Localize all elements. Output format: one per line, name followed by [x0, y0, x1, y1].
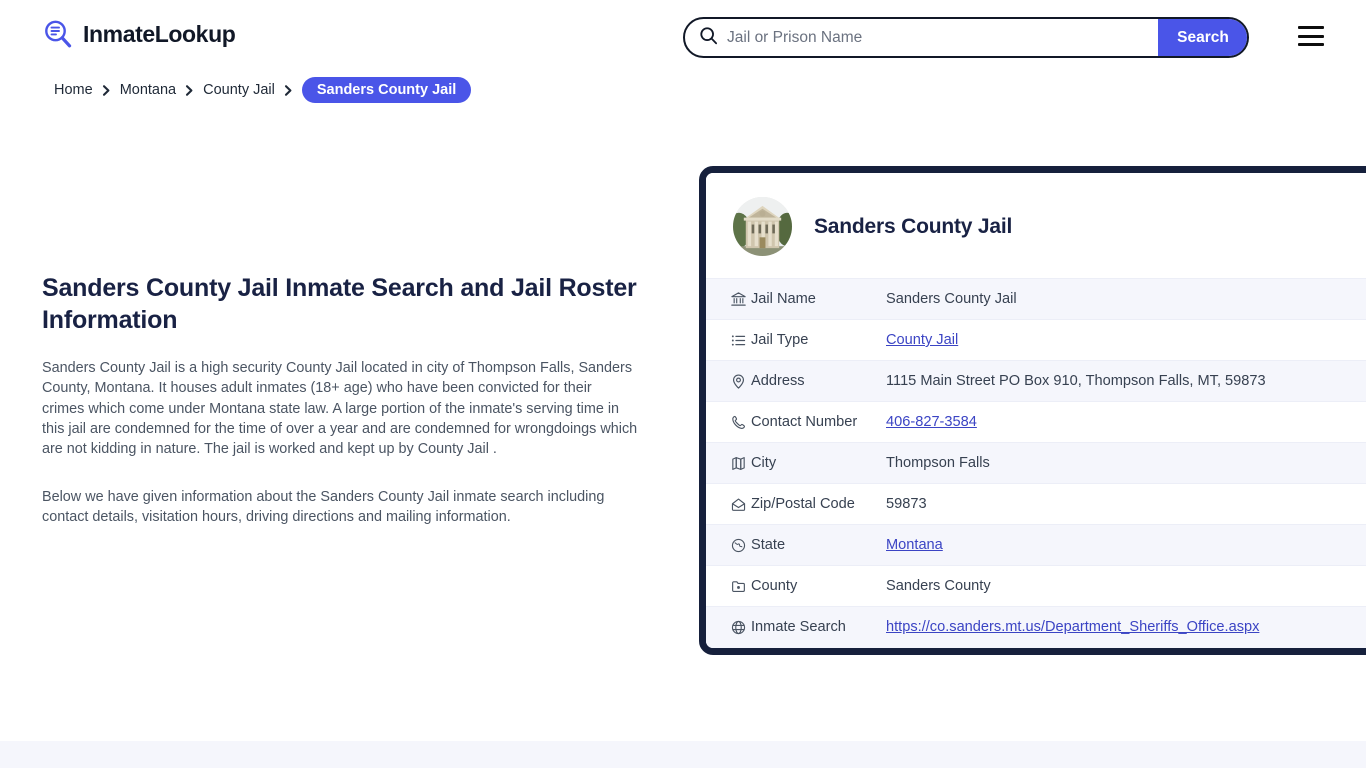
table-row: Contact Number 406-827-3584 — [706, 401, 1366, 443]
chevron-right-icon — [101, 84, 112, 97]
list-icon — [706, 319, 751, 361]
card-header: Sanders County Jail — [706, 173, 1366, 278]
table-row: City Thompson Falls — [706, 442, 1366, 484]
map-icon — [706, 442, 751, 484]
row-label: Jail Type — [751, 319, 886, 361]
globe-compass-icon — [706, 524, 751, 566]
row-label: State — [751, 524, 886, 566]
globe-icon — [706, 606, 751, 648]
envelope-icon — [706, 483, 751, 525]
jail-type-link[interactable]: County Jail — [886, 332, 958, 348]
row-value: Sanders County Jail — [886, 278, 1366, 320]
inmate-search-link[interactable]: https://co.sanders.mt.us/Department_Sher… — [886, 619, 1259, 635]
breadcrumb-item-montana[interactable]: Montana — [120, 82, 176, 98]
state-link[interactable]: Montana — [886, 537, 943, 553]
search-input[interactable] — [727, 28, 1144, 47]
site-logo[interactable]: InmateLookup — [42, 18, 236, 50]
table-row: State Montana — [706, 524, 1366, 566]
row-label: Jail Name — [751, 278, 886, 320]
search-icon — [699, 26, 718, 50]
site-header: InmateLookup Search — [0, 0, 1366, 74]
row-label: County — [751, 565, 886, 607]
table-row: Address 1115 Main Street PO Box 910, Tho… — [706, 360, 1366, 402]
breadcrumb-item-county-jail[interactable]: County Jail — [203, 82, 275, 98]
footer-band — [0, 741, 1366, 768]
magnifier-list-icon — [42, 18, 74, 50]
table-row: Jail Name Sanders County Jail — [706, 278, 1366, 320]
breadcrumb-item-home[interactable]: Home — [54, 82, 93, 98]
site-logo-text: InmateLookup — [83, 20, 236, 47]
row-value: Montana — [886, 524, 1366, 566]
row-value: County Jail — [886, 319, 1366, 361]
row-label: Contact Number — [751, 401, 886, 443]
row-label: City — [751, 442, 886, 484]
table-row: Inmate Search https://co.sanders.mt.us/D… — [706, 606, 1366, 648]
row-value: 1115 Main Street PO Box 910, Thompson Fa… — [886, 360, 1366, 402]
courthouse-photo — [733, 197, 792, 256]
row-label: Zip/Postal Code — [751, 483, 886, 525]
phone-icon — [706, 401, 751, 443]
jail-details-table: Jail Name Sanders County Jail Jail Type … — [706, 278, 1366, 648]
search-field — [685, 19, 1158, 56]
breadcrumb-item-current: Sanders County Jail — [301, 77, 472, 103]
search-button[interactable]: Search — [1158, 19, 1247, 56]
hamburger-menu-icon[interactable] — [1298, 26, 1324, 46]
contact-number-link[interactable]: 406-827-3584 — [886, 414, 977, 430]
card-title: Sanders County Jail — [814, 214, 1013, 238]
chevron-right-icon — [184, 84, 195, 97]
breadcrumb: Home Montana County Jail Sanders County … — [54, 77, 472, 103]
table-row: County Sanders County — [706, 565, 1366, 607]
chevron-right-icon — [283, 84, 294, 97]
hamburger-bar — [1298, 26, 1324, 29]
row-value: 406-827-3584 — [886, 401, 1366, 443]
row-label: Address — [751, 360, 886, 402]
search-bar: Search — [683, 17, 1249, 58]
row-value: Thompson Falls — [886, 442, 1366, 484]
row-value: Sanders County — [886, 565, 1366, 607]
hamburger-bar — [1298, 34, 1324, 38]
main-content-column: Sanders County Jail Inmate Search and Ja… — [42, 272, 638, 527]
hamburger-bar — [1298, 43, 1324, 46]
description-paragraph-1: Sanders County Jail is a high security C… — [42, 360, 638, 458]
bank-building-icon — [706, 278, 751, 320]
table-row: Zip/Postal Code 59873 — [706, 483, 1366, 525]
jail-info-card: Sanders County Jail Jail Name Sanders Co… — [699, 166, 1366, 655]
row-label: Inmate Search — [751, 606, 886, 648]
folder-dot-icon — [706, 565, 751, 607]
page-title: Sanders County Jail Inmate Search and Ja… — [42, 274, 637, 334]
row-value: https://co.sanders.mt.us/Department_Sher… — [886, 606, 1366, 648]
description-paragraph-2: Below we have given information about th… — [42, 488, 605, 525]
map-pin-icon — [706, 360, 751, 402]
table-row: Jail Type County Jail — [706, 319, 1366, 361]
row-value: 59873 — [886, 483, 1366, 525]
